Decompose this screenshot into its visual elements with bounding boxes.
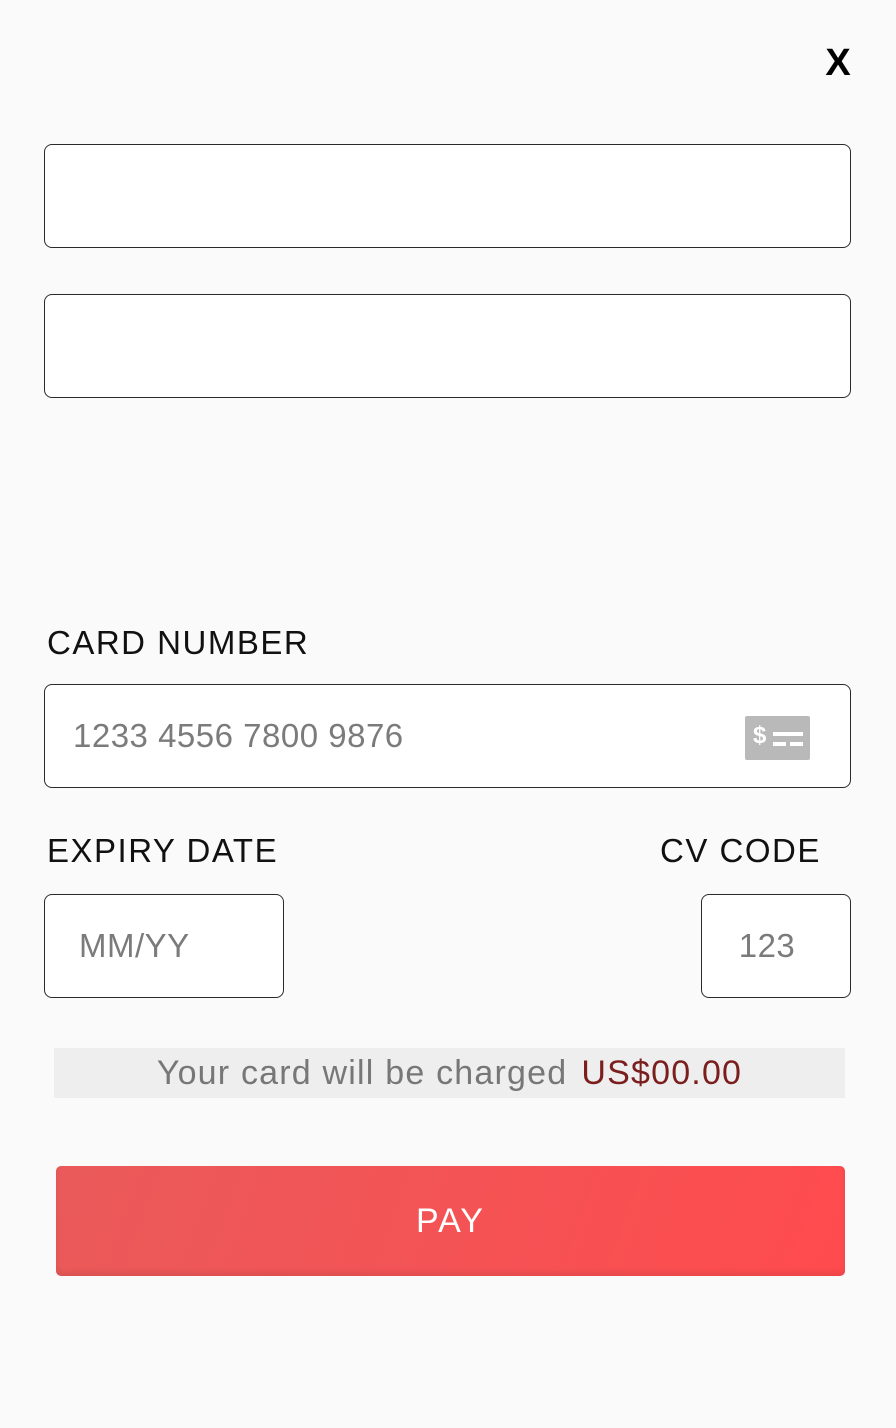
charge-amount: US$00.00: [581, 1054, 743, 1092]
cv-code-input[interactable]: [702, 895, 850, 997]
expiry-date-label: EXPIRY DATE: [47, 832, 279, 869]
charge-summary: Your card will be charged US$00.00: [54, 1048, 845, 1098]
credit-card-icon: $: [745, 716, 810, 760]
card-number-field: $: [44, 684, 851, 788]
charge-text: Your card will be charged: [156, 1054, 568, 1092]
cv-code-label: CV CODE: [660, 832, 821, 869]
cv-code-field: [701, 894, 851, 998]
card-number-input[interactable]: [45, 685, 850, 787]
card-icon-line: [773, 732, 803, 736]
card-icon-line: [773, 742, 786, 746]
name-input[interactable]: [45, 145, 850, 247]
email-input[interactable]: [45, 295, 850, 397]
pay-button[interactable]: PAY: [56, 1166, 845, 1276]
expiry-date-field: [44, 894, 284, 998]
close-button[interactable]: X: [818, 38, 858, 88]
card-number-label: CARD NUMBER: [47, 624, 310, 661]
dollar-sign-icon: $: [753, 722, 767, 749]
card-icon-line: [790, 742, 803, 746]
expiry-date-input[interactable]: [45, 895, 283, 997]
email-field-container: [44, 294, 851, 398]
name-field-container: [44, 144, 851, 248]
